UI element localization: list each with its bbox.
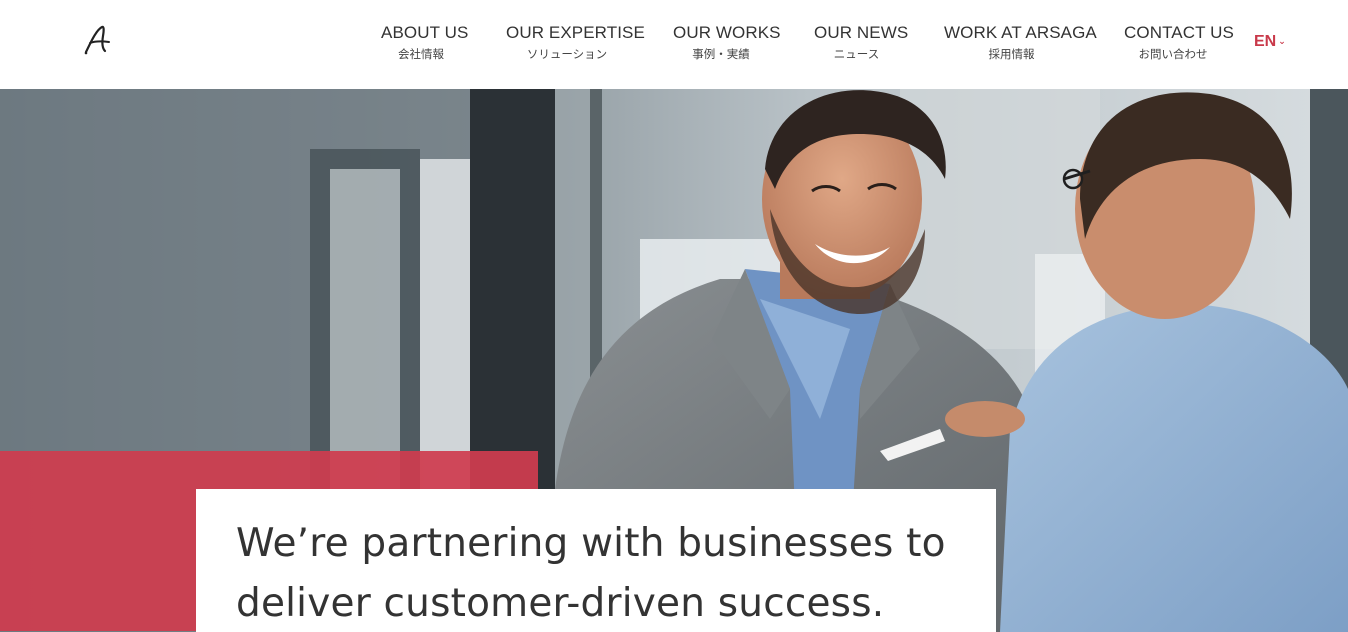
nav-label-en: OUR WORKS [673,23,781,42]
nav-label-jp: お問い合わせ [1138,47,1208,61]
hero-headline-line1: We’re partnering with businesses to [236,521,946,566]
language-switcher[interactable]: EN ⌄ [1254,33,1286,51]
language-label: EN [1254,33,1277,50]
nav-label-jp: ソリューション [526,47,608,61]
hero-section: We’re partnering with businesses to deli… [0,89,1348,632]
nav-label-en: CONTACT US [1124,23,1234,42]
nav-label-en: OUR NEWS [814,23,909,42]
nav-item-about-us[interactable]: ABOUT US 会社情報 [381,22,469,63]
nav-label-jp: ニュース [833,47,880,61]
nav-item-our-works[interactable]: OUR WORKS 事例・実績 [673,22,781,63]
hero-headline-line2: deliver customer-driven success. [236,581,885,626]
hero-headline-card: We’re partnering with businesses to deli… [196,489,996,632]
nav-label-jp: 採用情報 [988,47,1035,61]
nav-label-en: OUR EXPERTISE [506,23,645,42]
chevron-down-icon: ⌄ [1278,36,1286,46]
main-nav: ABOUT US 会社情報 OUR EXPERTISE ソリューション OUR … [0,22,1348,72]
nav-item-our-news[interactable]: OUR NEWS ニュース [814,22,909,63]
hero-headline: We’re partnering with businesses to deli… [236,514,996,632]
nav-label-jp: 会社情報 [398,47,444,61]
nav-item-our-expertise[interactable]: OUR EXPERTISE ソリューション [506,22,645,63]
nav-item-contact-us[interactable]: CONTACT US お問い合わせ [1124,22,1234,63]
nav-label-en: ABOUT US [381,23,469,42]
nav-label-en: WORK AT ARSAGA [944,23,1097,42]
nav-label-jp: 事例・実績 [692,47,750,61]
site-header: ABOUT US 会社情報 OUR EXPERTISE ソリューション OUR … [0,0,1348,89]
nav-item-work-at-arsaga[interactable]: WORK AT ARSAGA 採用情報 [944,22,1097,63]
